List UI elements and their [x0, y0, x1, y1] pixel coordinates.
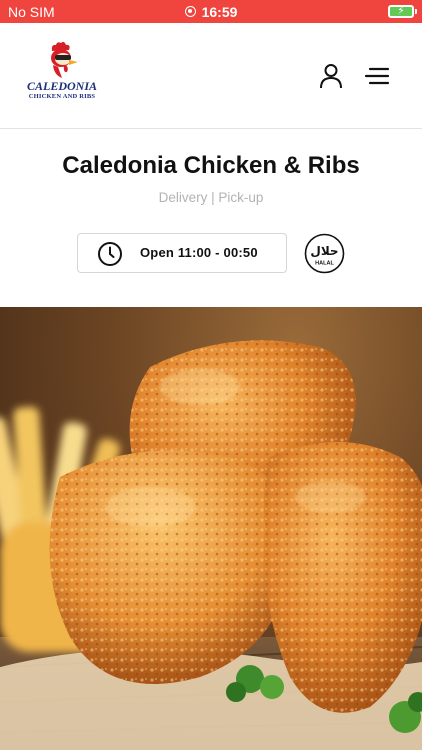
- halal-badge: حلال HALAL: [304, 233, 345, 274]
- rooster-icon: [51, 41, 78, 78]
- logo-brand: CALEDONIA: [26, 79, 97, 93]
- menu-button[interactable]: [364, 63, 390, 89]
- brand-logo[interactable]: CALEDONIA CHICKEN AND RIBS: [22, 41, 102, 107]
- recording-icon: [184, 6, 196, 17]
- account-button[interactable]: [317, 62, 345, 90]
- halal-icon: حلال HALAL: [304, 233, 345, 274]
- logo-tagline: CHICKEN AND RIBS: [28, 93, 96, 100]
- user-icon: [320, 64, 342, 89]
- hours-label: Open 11:00 - 00:50: [140, 245, 258, 260]
- hero-image: [0, 307, 422, 750]
- app-header: CALEDONIA CHICKEN AND RIBS: [0, 23, 422, 129]
- status-bar: No SIM 16:59 ⚡: [0, 0, 422, 23]
- halal-arabic: حلال: [310, 244, 338, 258]
- fried-chicken-photo: [0, 340, 422, 750]
- opening-hours[interactable]: Open 11:00 - 00:50: [77, 233, 287, 273]
- battery-charging-icon: ⚡: [388, 5, 417, 18]
- status-center: 16:59: [0, 0, 422, 23]
- status-time: 16:59: [201, 3, 238, 20]
- clock-icon: [98, 242, 122, 266]
- service-options: Delivery | Pick-up: [158, 190, 264, 205]
- halal-text: HALAL: [315, 261, 334, 267]
- menu-icon: [364, 67, 390, 85]
- restaurant-name: Caledonia Chicken & Ribs: [62, 152, 360, 179]
